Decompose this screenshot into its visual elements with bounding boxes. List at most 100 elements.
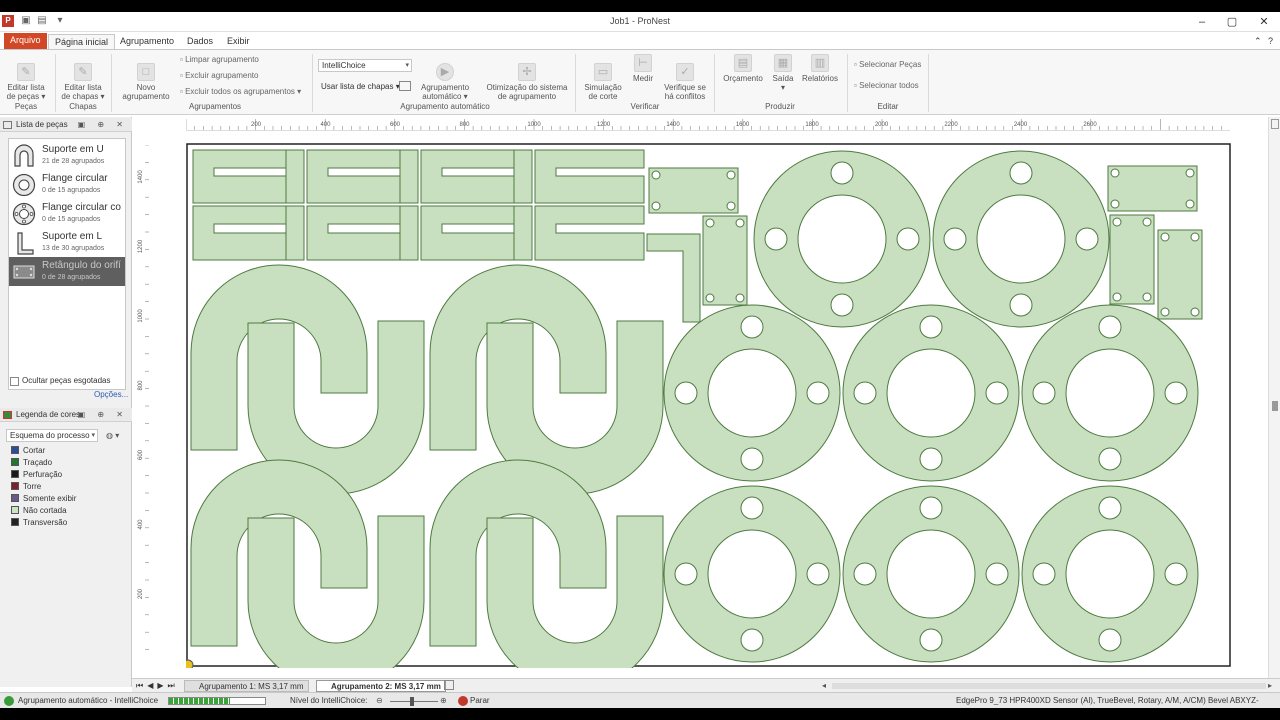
part-item-suporte-u[interactable]: Suporte em U 21 de 28 agrupados [9,141,125,170]
vertical-scrollbar[interactable] [1268,117,1280,687]
panel-buttons[interactable]: ▣ ⊕ ✕ [78,408,128,422]
tab-exibir[interactable]: Exibir [221,34,256,49]
stop-icon[interactable] [458,696,468,706]
check-conflicts-button[interactable]: ✓ Verifique se há conflitos [660,52,710,101]
flange-bolt-hole [806,562,830,586]
reports-button[interactable]: ▥ Relatórios [800,52,840,83]
globe-icon[interactable]: ◍ ▾ [106,431,119,441]
plate-list-icon[interactable] [399,81,411,91]
tab-agrupamento[interactable]: Agrupamento [114,34,180,49]
sheet-nav-arrows[interactable]: ⏮◀▶⏭ [136,681,179,691]
edit-parts-button[interactable]: ✎ Editar lista de peças ▾ [4,52,48,101]
quote-button[interactable]: ▤ Orçamento [719,52,767,83]
group-label-pecas: Peças [14,102,38,111]
strategy-combo[interactable]: IntelliChoice ▾ [318,59,412,72]
separator [312,54,313,112]
flange-bolt-hole [985,562,1009,586]
flange-icon [12,173,36,197]
level-slider[interactable] [390,701,438,702]
level-slider-thumb[interactable] [410,697,414,706]
ruler-label: 1200 [597,122,611,128]
tab-dados[interactable]: Dados [181,34,219,49]
edit-plates-button[interactable]: ✎ Editar lista de chapas ▾ [60,52,106,101]
select-parts-button[interactable]: ▫ Selecionar Peças [854,60,921,70]
top-ruler: 200 400 600 800 1000 1200 1400 1600 1800 2000 2200… [185,117,1230,131]
measure-button[interactable]: ⊢ Medir [628,52,658,83]
help-icon[interactable]: ? [1262,34,1279,49]
edit-plates-icon: ✎ [74,63,92,81]
flange-bolt-hole [985,381,1009,405]
process-status: EdgePro 9_73 HPR400XD Sensor (Al), TrueB… [956,696,1259,705]
scroll-right-icon[interactable]: ▸ [1268,681,1272,691]
minimize-button[interactable]: – [1190,14,1214,30]
zoom-in-icon[interactable]: ⊕ [440,695,447,707]
new-nest-button[interactable]: □ Novo agrupamento [118,52,174,101]
flange-bolt-hole [853,562,877,586]
zoom-out-icon[interactable]: ⊖ [376,695,383,707]
horizontal-scrollbar[interactable] [832,683,1266,689]
delete-nest-button[interactable]: ▫ Excluir agrupamento [180,71,258,81]
ruler-label: 1400 [138,170,144,184]
legend-panel-header: Legenda de cores ▣ ⊕ ✕ [0,408,132,422]
nest-sheet-tabs: ⏮◀▶⏭ Agrupamento 1: MS 3,17 mm Agrupamen… [132,678,1280,692]
nest-canvas[interactable] [182,143,1232,690]
tab-arquivo[interactable]: Arquivo [4,33,47,49]
ribbon: ✎ Editar lista de peças ▾ Peças ✎ Editar l… [0,49,1280,115]
legend-swatch [11,446,19,454]
l-bracket-icon [17,232,34,255]
nest-drawing[interactable] [182,143,1232,690]
new-sheet-tab-icon[interactable] [444,680,454,690]
part-item-suporte-l[interactable]: Suporte em L 13 de 30 agrupados [9,228,125,257]
optimize-nest-button[interactable]: ✢ Otimização do sistema de agrupamento [482,52,572,101]
cut-simulation-button[interactable]: ▭ Simulação de corte [580,52,626,101]
ruler-label: 1200 [138,239,144,253]
flange-bolt-hole [740,315,764,339]
tab-agrupamento-2[interactable]: Agrupamento 2: MS 3,17 mm [316,680,446,692]
flange-part [1021,304,1199,482]
parts-panel-header: Lista de peças ▣ ⊕ ✕ [0,118,132,132]
ruler-icon: ⊢ [634,54,652,72]
delete-all-nests-button[interactable]: ▫ Excluir todos os agrupamentos ▾ [180,87,301,97]
part-item-flange-circular-co[interactable]: Flange circular co 0 de 15 agrupados [9,199,125,228]
flange-part [842,485,1020,663]
flange-part [663,485,841,663]
ruler-label: 800 [459,122,470,128]
scroll-corner-icon[interactable] [1271,119,1279,129]
options-link[interactable]: Opções... [94,390,128,400]
hide-exhausted-checkbox[interactable] [10,377,19,386]
ribbon-tabs: Arquivo Página inicial Agrupamento Dados… [0,32,1280,49]
origin-marker [182,659,194,671]
output-button[interactable]: ▦ Saída ▾ [769,52,797,92]
bottom-letterbox [0,708,1280,720]
tab-pagina-inicial[interactable]: Página inicial [48,34,116,49]
close-button[interactable]: ✕ [1252,14,1276,30]
select-all-button[interactable]: ▫ Selecionar todos [854,81,919,91]
ruler-label: 1400 [666,122,680,128]
check-icon: ✓ [676,63,694,81]
scroll-left-icon[interactable]: ◂ [822,681,826,691]
left-ruler: 1400 1200 1000 800 600 400 200 [136,144,150,665]
plate-list-combo[interactable]: Usar lista de chapas ▾ [321,82,400,92]
edit-parts-icon: ✎ [17,63,35,81]
flange-bolt-hole [674,381,698,405]
legend-swatch [11,470,19,478]
part-item-flange-circular[interactable]: Flange circular 0 de 15 agrupados [9,170,125,199]
ruler-label: 2600 [1083,122,1097,128]
legend-swatch [11,494,19,502]
flange-bolt-hole [1098,496,1122,520]
color-scheme-combo[interactable]: Esquema do processo ▾ [6,429,98,442]
legend-item-cortar: Cortar [11,445,45,456]
panel-buttons[interactable]: ▣ ⊕ ✕ [78,118,128,132]
tab-agrupamento-1[interactable]: Agrupamento 1: MS 3,17 mm [184,680,309,692]
auto-nest-button[interactable]: ▶ Agrupamento automático ▾ [416,52,474,101]
group-label-agrupamento-automatico: Agrupamento automático [400,102,490,111]
legend-swatch [11,482,19,490]
clear-nest-button[interactable]: ▫ Limpar agrupamento [180,55,259,65]
chevron-down-icon: ▾ [91,432,95,439]
maximize-button[interactable]: ▢ [1220,14,1244,30]
scroll-thumb[interactable] [1272,401,1278,411]
flange-bore [976,194,1066,284]
separator [111,54,112,112]
part-item-retangulo[interactable]: Retângulo do orifí 0 de 28 agrupados [9,257,125,286]
stop-button[interactable]: Parar [470,695,490,707]
